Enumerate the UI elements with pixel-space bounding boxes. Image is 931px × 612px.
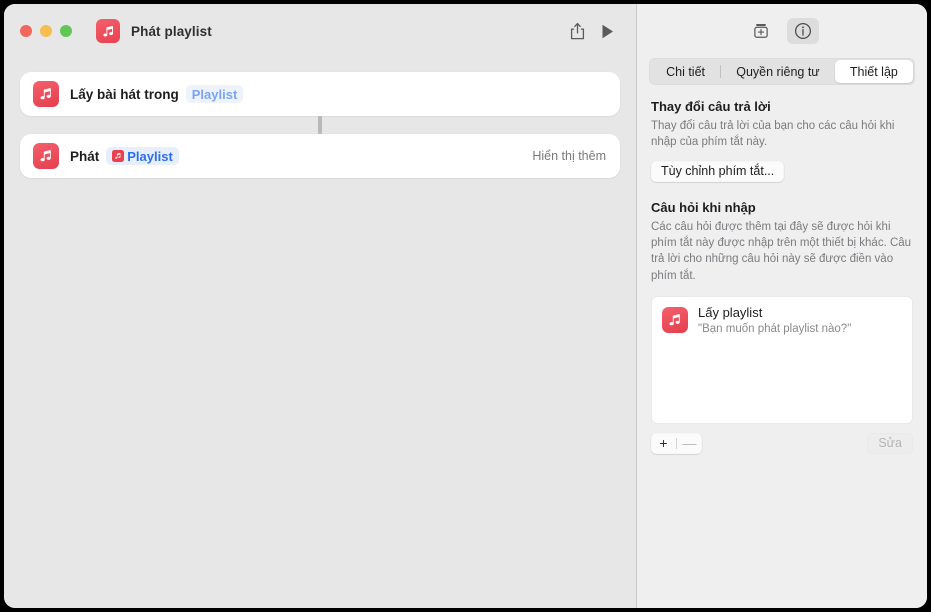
settings-panel: Thay đổi câu trả lời Thay đổi câu trả lờ… [637, 85, 927, 454]
zoom-button[interactable] [60, 25, 72, 37]
tab-thiet-lap[interactable]: Thiết lập [834, 60, 913, 83]
add-action-icon[interactable] [745, 18, 777, 44]
music-note-icon [96, 19, 120, 43]
window-title: Phát playlist [131, 23, 212, 39]
action-card[interactable]: Phát Playlist Hiển thị thêm [20, 134, 620, 178]
remove-question-button[interactable]: — [677, 433, 702, 454]
action-card[interactable]: Lấy bài hát trong Playlist [20, 72, 620, 116]
action-list: Lấy bài hát trong Playlist Phát Playlist… [20, 72, 620, 178]
tab-label: Quyền riêng tư [736, 64, 820, 79]
title-bar: Phát playlist [4, 4, 636, 58]
music-note-icon [33, 81, 59, 107]
question-title: Lấy playlist [698, 304, 763, 320]
list-item[interactable]: Lấy playlist "Bạn muốn phát playlist nào… [651, 296, 913, 337]
customize-shortcut-button[interactable]: Tùy chỉnh phím tắt... [651, 160, 785, 182]
section-title: Câu hỏi khi nhập [651, 199, 756, 215]
tab-label: Chi tiết [666, 64, 706, 79]
token-label: Playlist [191, 86, 238, 102]
shortcuts-window: Phát playlist Lấy bài hát trong Playlist… [4, 4, 927, 608]
tab-quyen-rieng-tu[interactable]: Quyền riêng tư [721, 60, 835, 83]
show-more-button[interactable]: Hiển thị thêm [532, 149, 606, 163]
add-question-button[interactable]: + [651, 433, 676, 454]
music-note-icon [662, 306, 688, 333]
section-description: Thay đổi câu trả lời của bạn cho các câu… [651, 120, 895, 149]
add-remove-group: + — [651, 432, 702, 454]
action-parameter-token[interactable]: Playlist [185, 85, 244, 103]
list-controls: + — Sửa [651, 432, 913, 454]
question-prompt: "Bạn muốn phát playlist nào?" [698, 322, 852, 335]
section-description: Các câu hỏi được thêm tại đây sẽ được hỏ… [651, 220, 912, 282]
tab-label: Thiết lập [849, 64, 898, 79]
action-label: Lấy bài hát trong [70, 86, 179, 102]
minimize-button[interactable] [40, 25, 52, 37]
section-import-questions: Câu hỏi khi nhập Các câu hỏi được thêm t… [651, 200, 913, 454]
share-icon[interactable] [562, 18, 592, 44]
close-button[interactable] [20, 25, 32, 37]
action-connector [20, 116, 620, 134]
info-icon[interactable] [787, 18, 819, 44]
action-variable-token[interactable]: Playlist [106, 147, 179, 165]
section-title: Thay đổi câu trả lời [651, 99, 771, 114]
list-item-texts: Lấy playlist "Bạn muốn phát playlist nào… [698, 304, 852, 337]
traffic-lights [20, 25, 72, 37]
inspector-pane: Chi tiết Quyền riêng tư Thiết lập Thay đ… [637, 4, 927, 608]
edit-question-button[interactable]: Sửa [867, 432, 913, 454]
music-note-mini-icon [112, 150, 125, 162]
action-label: Phát [70, 148, 100, 164]
tab-chi-tiet[interactable]: Chi tiết [651, 60, 720, 83]
import-questions-list[interactable]: Lấy playlist "Bạn muốn phát playlist nào… [651, 295, 913, 424]
play-icon[interactable] [592, 18, 622, 44]
music-note-icon [33, 143, 59, 169]
token-label: Playlist [127, 148, 173, 164]
shortcut-editor-pane: Phát playlist Lấy bài hát trong Playlist… [4, 4, 636, 608]
section-change-answers: Thay đổi câu trả lời Thay đổi câu trả lờ… [651, 99, 913, 182]
inspector-toolbar [637, 4, 927, 58]
connector-bar [318, 116, 322, 134]
inspector-tabs: Chi tiết Quyền riêng tư Thiết lập [649, 58, 915, 85]
